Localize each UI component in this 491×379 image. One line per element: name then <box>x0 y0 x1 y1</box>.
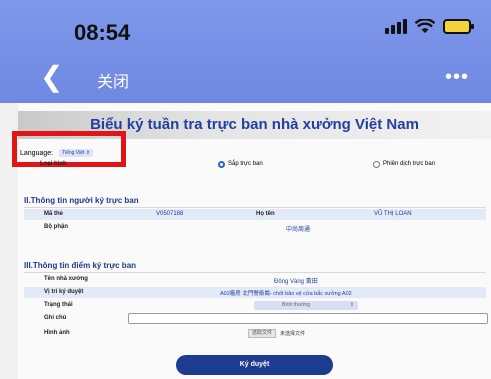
status-icons <box>385 18 474 34</box>
ghi-chu-input[interactable] <box>128 313 488 324</box>
divider <box>24 272 486 273</box>
ten-nha-xuong-row: Tên nhà xưởng Đông Vàng 黃田 <box>24 274 486 285</box>
ho-ten-label: Họ tên <box>256 211 275 217</box>
chevron-left-icon[interactable]: ❮ <box>40 63 63 91</box>
vi-tri-row: Vị trí ký duyệt A02廠房 北門警衛崗- chốt bảo vệ… <box>24 287 486 298</box>
ghi-chu-row: Ghi chú <box>24 313 488 324</box>
submit-button[interactable]: Ký duyệt <box>176 355 333 375</box>
trang-thai-label: Trạng thái <box>44 302 73 308</box>
vi-tri-label: Vị trí ký duyệt <box>44 289 84 295</box>
section-2-title: II.Thông tin người ký trực ban <box>24 196 139 205</box>
battery-icon <box>443 18 474 34</box>
section-3-title: III.Thông tin điểm ký trực ban <box>24 261 137 270</box>
ghi-chu-label: Ghi chú <box>44 315 67 321</box>
status-time: 08:54 <box>74 20 131 45</box>
bo-phan-label: Bộ phận <box>44 224 68 230</box>
ten-nha-xuong-value: Đông Vàng 黃田 <box>274 279 318 285</box>
loai-hinh-row: Loại hình Sắp trực ban Phiên dịch trực b… <box>18 159 491 171</box>
ho-ten-value: VŨ THỊ LOAN <box>374 211 412 217</box>
ma-the-row: Mã thẻ V0507188 Họ tên VŨ THỊ LOAN <box>24 209 486 220</box>
ten-nha-xuong-label: Tên nhà xưởng <box>44 276 88 282</box>
select-arrows-icon: ⇕ <box>349 302 354 308</box>
close-button[interactable]: 关闭 <box>97 68 129 92</box>
radio-phien-dich[interactable] <box>373 161 380 168</box>
form-page: Biểu ký tuần tra trực ban nhà xưởng Việt… <box>12 103 491 379</box>
file-status: 未选择文件 <box>280 331 306 337</box>
ma-the-label: Mã thẻ <box>44 211 64 217</box>
signal-icon <box>385 18 407 34</box>
vi-tri-value: A02廠房 北門警衛崗- chốt bảo vệ cửa bắc xưởng A… <box>220 291 352 297</box>
wifi-icon <box>415 18 435 33</box>
trang-thai-select[interactable]: Bình thường ⇕ <box>254 301 358 310</box>
ma-the-value: V0507188 <box>156 211 184 217</box>
option-sap-truc-ban: Sắp trực ban <box>228 161 263 167</box>
trang-thai-value: Bình thường <box>282 302 311 308</box>
trang-thai-row: Trạng thái Bình thường ⇕ <box>24 300 486 311</box>
loai-hinh-label: Loại hình <box>40 161 67 167</box>
app-header: 08:54 ❮ 关闭 ••• <box>0 0 491 103</box>
option-phien-dich: Phiên dịch trực ban <box>383 161 436 167</box>
more-dots-icon[interactable]: ••• <box>445 66 469 89</box>
radio-sap-truc-ban[interactable] <box>218 161 225 168</box>
bo-phan-value: 中尚周通 <box>286 227 311 233</box>
divider <box>24 207 486 208</box>
hinh-anh-label: Hình ảnh <box>44 330 70 336</box>
hinh-anh-row: Hình ảnh 选取文件 未选择文件 <box>24 328 486 339</box>
choose-file-button[interactable]: 选取文件 <box>248 329 277 338</box>
bo-phan-row: Bộ phận 中尚周通 <box>24 222 486 233</box>
